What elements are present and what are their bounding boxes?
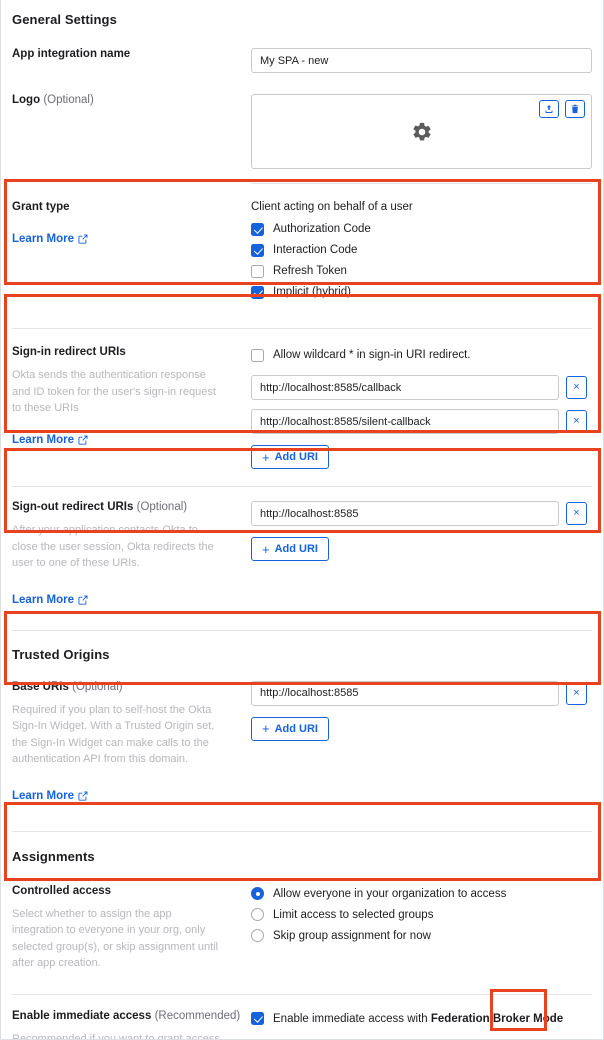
upload-icon <box>545 105 553 113</box>
logo-label: Logo (Optional) <box>12 94 94 106</box>
assignments-title: Assignments <box>12 848 95 864</box>
base-uris-description: Required if you plan to self-host the Ok… <box>12 703 215 766</box>
remove-signin-uri-button-2[interactable]: × <box>566 410 587 433</box>
checkbox-authorization-code[interactable] <box>251 222 264 236</box>
grant-type-learn-more-link[interactable]: Learn More <box>12 233 88 245</box>
enable-immediate-access-row: Enable immediate access (Recommended) Re… <box>12 1010 592 1040</box>
controlled-access-row: Controlled access Select whether to assi… <box>12 885 592 972</box>
add-signout-redirect-uri-button[interactable]: + Add URI <box>251 537 329 561</box>
trash-icon <box>571 104 579 114</box>
federation-broker-mode-label: Enable immediate access with Federation … <box>273 1012 564 1025</box>
remove-signout-uri-button-1[interactable]: × <box>566 502 587 525</box>
signout-redirect-learn-more-link[interactable]: Learn More <box>12 594 88 606</box>
base-uri-input-1[interactable] <box>251 680 559 706</box>
controlled-access-description: Select whether to assign the app integra… <box>12 907 219 970</box>
radio-skip-assignment[interactable] <box>251 929 264 942</box>
radio-limit-access-row[interactable]: Limit access to selected groups <box>251 906 592 924</box>
radio-label: Skip group assignment for now <box>273 929 431 942</box>
base-uris-label: Base URIs (Optional) <box>12 680 123 693</box>
gear-icon <box>412 122 431 140</box>
signout-uri-item: × <box>251 501 592 526</box>
plus-icon: + <box>262 721 270 736</box>
divider <box>12 629 592 631</box>
general-settings-section: General Settings App integration name Lo… <box>12 0 592 169</box>
controlled-access-label: Controlled access <box>12 884 112 897</box>
plus-icon: + <box>262 449 270 465</box>
signin-redirect-uris-label: Sign-in redirect URIs <box>12 346 126 358</box>
radio-skip-assignment-row[interactable]: Skip group assignment for now <box>251 927 592 945</box>
checkbox-implicit-hybrid[interactable] <box>251 285 264 299</box>
logo-upload-button[interactable] <box>539 100 559 118</box>
enable-immediate-access-label: Enable immediate access (Recommended) <box>12 1009 241 1022</box>
checkbox-refresh-token[interactable] <box>251 264 264 278</box>
divider <box>12 830 592 832</box>
radio-limit-access[interactable] <box>251 908 264 921</box>
signout-redirect-uris-row: Sign-out redirect URIs (Optional) After … <box>12 501 592 608</box>
grant-option-label: Refresh Token <box>273 265 347 277</box>
grant-option-refresh-token[interactable]: Refresh Token <box>251 262 592 280</box>
add-signin-redirect-uri-button[interactable]: + Add URI <box>251 445 329 469</box>
app-integration-name-label: App integration name <box>12 48 131 60</box>
app-integration-settings-page: General Settings App integration name Lo… <box>0 0 604 1040</box>
signin-redirect-uris-row: Sign-in redirect URIs Okta sends the aut… <box>12 346 592 469</box>
grant-option-interaction-code[interactable]: Interaction Code <box>251 241 592 259</box>
plus-icon: + <box>262 541 270 557</box>
divider <box>251 183 592 184</box>
checkbox-allow-wildcard[interactable] <box>251 348 264 362</box>
grant-type-label: Grant type <box>12 201 70 213</box>
external-link-icon <box>78 791 88 801</box>
signout-redirect-uri-input-1[interactable] <box>251 501 559 526</box>
remove-base-uri-button-1[interactable]: × <box>566 681 587 705</box>
allow-wildcard-label: Allow wildcard * in sign-in URI redirect… <box>273 349 471 361</box>
grant-type-group-heading: Client acting on behalf of a user <box>251 201 413 213</box>
base-uris-learn-more-link[interactable]: Learn More <box>12 790 88 802</box>
signin-redirect-uris-description: Okta sends the authentication response a… <box>12 369 216 414</box>
grant-option-label: Interaction Code <box>273 244 358 256</box>
divider-after-logo-wrap <box>12 183 592 184</box>
trusted-origins-section: Trusted Origins Base URIs (Optional) Req… <box>12 647 592 804</box>
grant-option-label: Implicit (hybrid) <box>273 286 351 298</box>
add-base-uri-button[interactable]: + Add URI <box>251 716 329 741</box>
base-uri-item: × <box>251 680 592 706</box>
external-link-icon <box>78 234 88 244</box>
radio-allow-everyone-row[interactable]: Allow everyone in your organization to a… <box>251 885 592 903</box>
logo-delete-button[interactable] <box>565 100 585 118</box>
remove-signin-uri-button-1[interactable]: × <box>566 376 587 399</box>
external-link-icon <box>78 595 88 605</box>
page-title: General Settings <box>12 12 117 27</box>
divider <box>12 328 592 329</box>
radio-allow-everyone[interactable] <box>251 887 264 900</box>
signin-uri-item: × <box>251 409 592 434</box>
radio-label: Allow everyone in your organization to a… <box>273 887 507 900</box>
app-integration-name-input[interactable] <box>251 48 592 73</box>
signout-redirect-uris-label: Sign-out redirect URIs (Optional) <box>12 501 188 513</box>
radio-label: Limit access to selected groups <box>273 908 434 921</box>
federation-broker-mode-checkbox-row[interactable]: Enable immediate access with Federation … <box>251 1010 592 1028</box>
grant-type-row: Grant type Learn More Client acting on b… <box>12 201 592 304</box>
signin-redirect-uri-input-2[interactable] <box>251 409 559 434</box>
signout-redirect-uris-description: After your application contacts Okta to … <box>12 524 214 569</box>
app-integration-name-row: App integration name <box>12 48 592 73</box>
base-uris-row: Base URIs (Optional) Required if you pla… <box>12 680 592 804</box>
grant-option-authorization-code[interactable]: Authorization Code <box>251 220 592 238</box>
signin-redirect-learn-more-link[interactable]: Learn More <box>12 434 88 446</box>
signin-uri-item: × <box>251 375 592 400</box>
divider <box>12 486 592 487</box>
checkbox-interaction-code[interactable] <box>251 243 264 257</box>
checkbox-federation-broker-mode[interactable] <box>251 1012 264 1025</box>
signin-redirect-uri-input-1[interactable] <box>251 375 559 400</box>
logo-dropzone[interactable] <box>251 94 592 169</box>
logo-row: Logo (Optional) <box>12 94 592 169</box>
logo-actions <box>539 100 585 118</box>
allow-wildcard-row[interactable]: Allow wildcard * in sign-in URI redirect… <box>251 346 592 364</box>
divider <box>12 993 592 995</box>
external-link-icon <box>78 435 88 445</box>
enable-immediate-access-description: Recommended if you want to grant access … <box>12 1032 220 1040</box>
grant-option-label: Authorization Code <box>273 223 371 235</box>
assignments-section: Assignments Controlled access Select whe… <box>12 848 592 1040</box>
trusted-origins-title: Trusted Origins <box>12 646 110 662</box>
grant-option-implicit-hybrid[interactable]: Implicit (hybrid) <box>251 283 592 301</box>
